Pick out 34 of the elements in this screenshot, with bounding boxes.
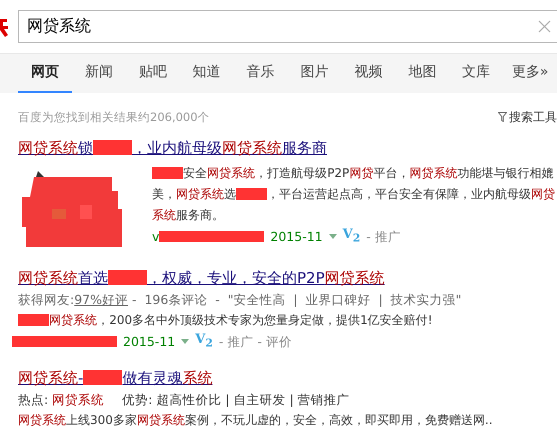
tab[interactable]: 网页 bbox=[18, 54, 72, 93]
hot-keyword: 网贷系统 bbox=[52, 390, 104, 409]
tab[interactable]: 视频 bbox=[341, 54, 396, 93]
tab[interactable]: 音乐 bbox=[234, 54, 288, 93]
redaction-mark bbox=[18, 314, 50, 326]
tab[interactable]: 地图 bbox=[395, 54, 450, 93]
promo-link[interactable]: - 推广 bbox=[366, 228, 401, 246]
filter-icon[interactable] bbox=[498, 112, 507, 122]
search-field[interactable]: 网贷系统 bbox=[18, 10, 557, 43]
date-text: 2015-11 bbox=[270, 228, 323, 246]
hot-label: 热点: bbox=[18, 390, 48, 409]
tab[interactable]: 知道 bbox=[180, 54, 234, 93]
result-description: 安全网贷系统，打造航母级P2P网贷平台，网贷系统功能堪与银行相媲美，网贷系统选 ，平台运营起点高，平台安全有保障，业内航母级网贷系统服务商。 bbox=[152, 165, 556, 224]
caret-icon[interactable] bbox=[328, 234, 337, 240]
tab[interactable]: 更多» bbox=[503, 54, 557, 93]
result-description: 网贷系统，200多名中外顶级技术专家为您量身定做，提供1亿安全赔付! bbox=[18, 310, 557, 331]
date-text: 2015-11 bbox=[123, 332, 176, 351]
result-description: 网贷系统上线300多家网贷系统案例，不玩儿虚的，安全，高效，即买即用，免费赠送网.. bbox=[18, 412, 494, 427]
caret-icon[interactable] bbox=[181, 339, 190, 344]
rating-text: 获得网友:97%好评 - 196条评论 - "安全性高 | 业界口碑好 | 技术实力强" bbox=[18, 291, 462, 309]
advantage-text: 优势: 超高性价比 | 自主研发 | 营销推广 bbox=[122, 390, 350, 409]
tab[interactable]: 文库 bbox=[449, 54, 504, 93]
tab[interactable]: 新闻 bbox=[72, 54, 126, 93]
redaction-mark bbox=[236, 188, 268, 200]
tab[interactable]: 图片 bbox=[288, 54, 342, 93]
tab[interactable]: 贴吧 bbox=[126, 54, 180, 93]
logo-icon bbox=[0, 16, 8, 36]
promo-link[interactable]: - 推广 - 评价 bbox=[218, 332, 292, 351]
close-icon[interactable] bbox=[538, 20, 551, 33]
result-count: 百度为您找到相关结果约206,000个 bbox=[18, 110, 210, 124]
url-text: v bbox=[152, 228, 160, 246]
redaction-mark bbox=[152, 167, 184, 179]
search-tools-link[interactable]: 搜索工具 bbox=[509, 108, 557, 126]
rating-link[interactable]: 97%好评 bbox=[74, 292, 128, 307]
